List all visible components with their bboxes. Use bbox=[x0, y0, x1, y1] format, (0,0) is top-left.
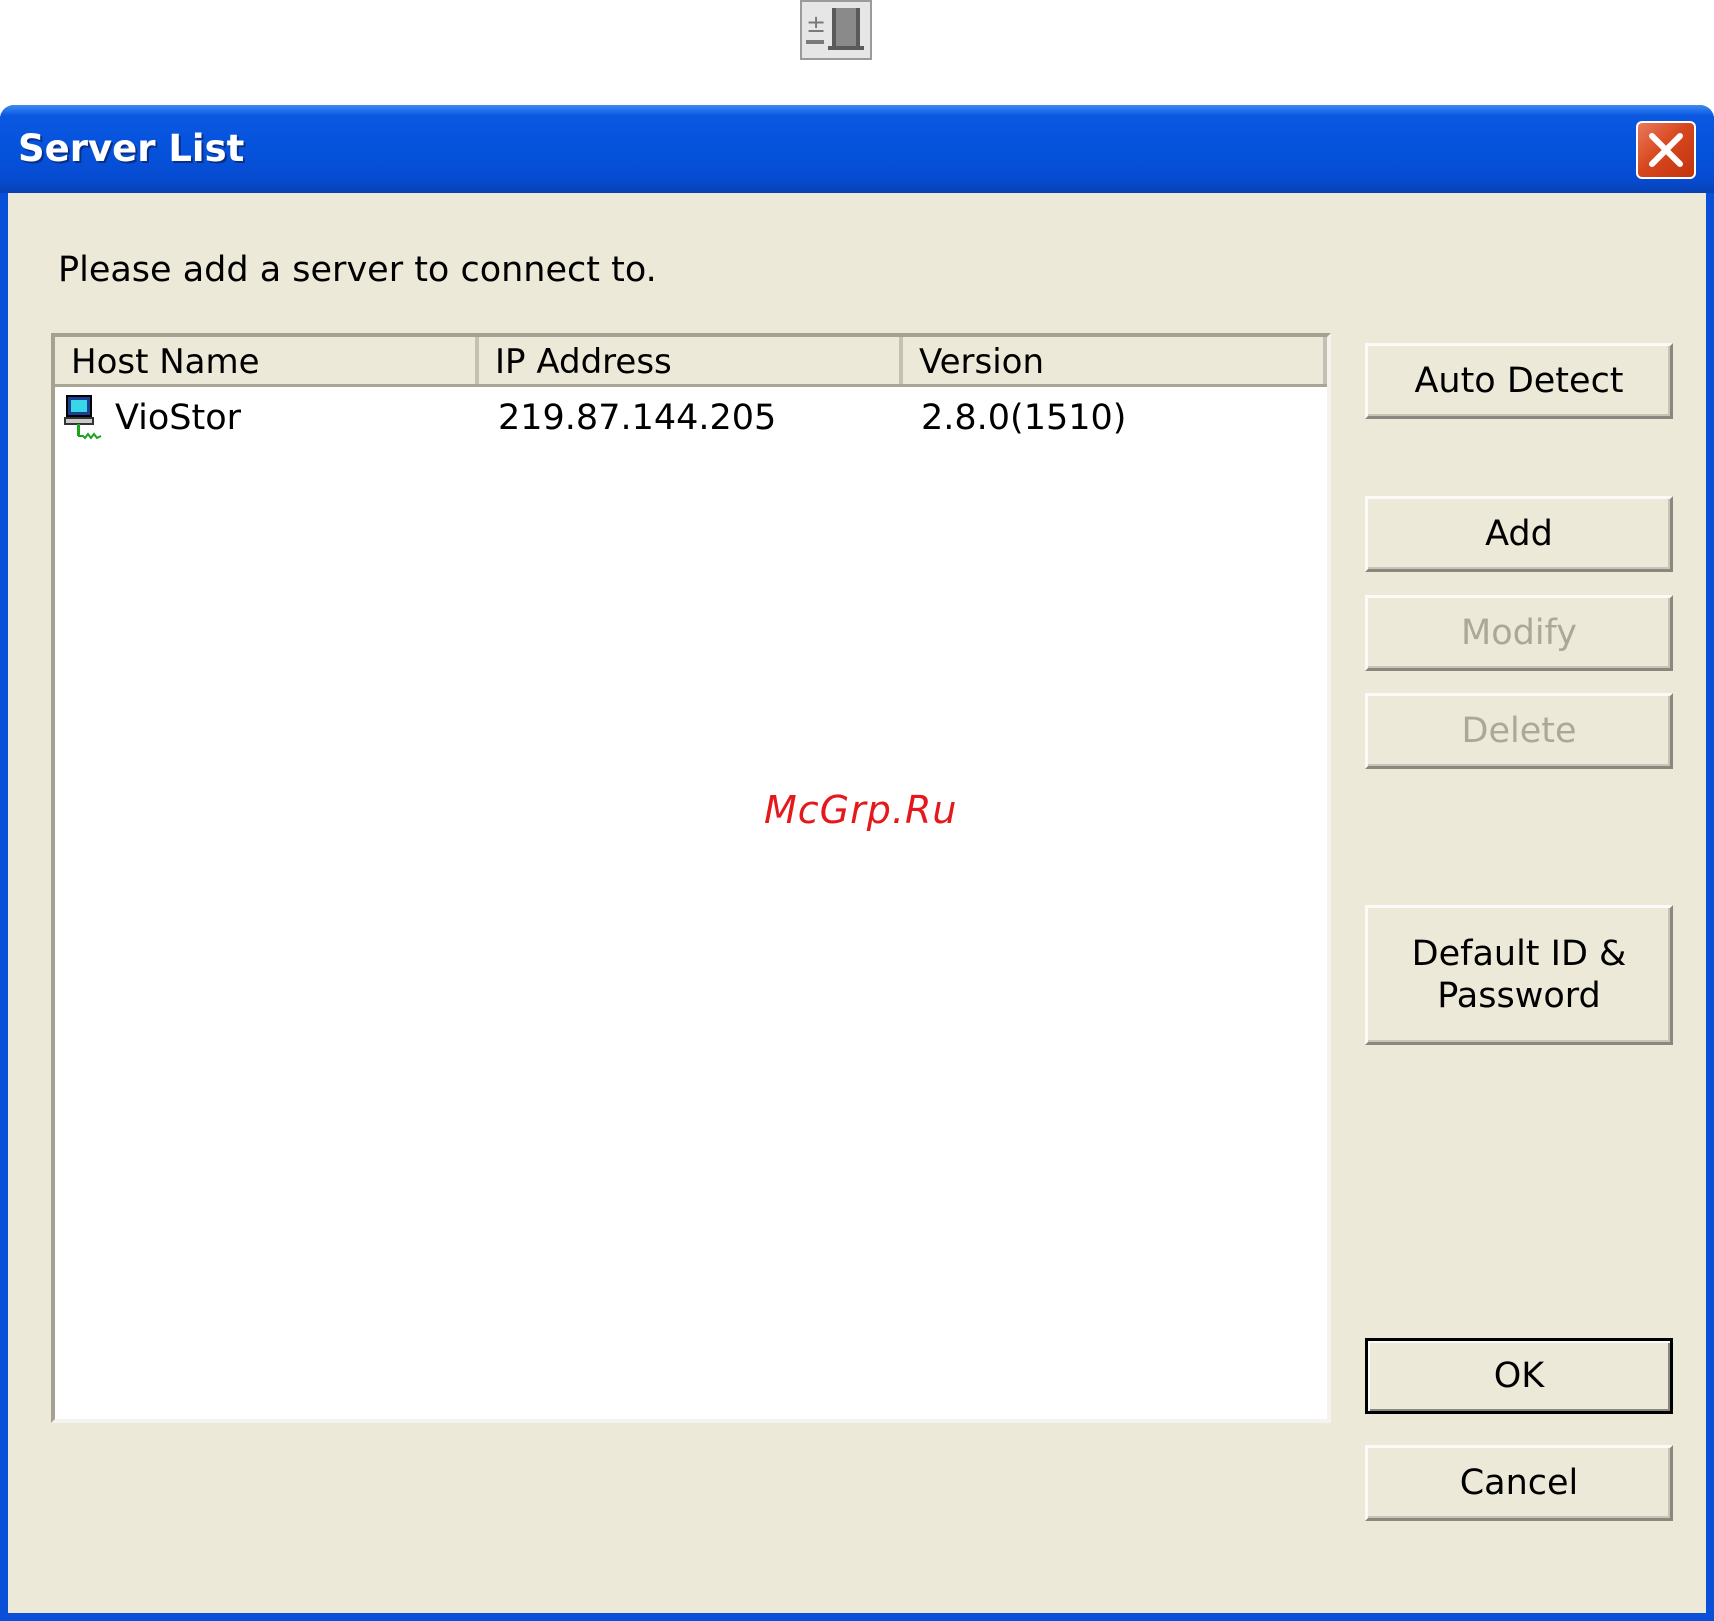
svg-text:±: ± bbox=[806, 10, 826, 38]
ok-button[interactable]: OK bbox=[1365, 1338, 1673, 1414]
column-header-version[interactable]: Version bbox=[903, 337, 1327, 384]
close-button[interactable] bbox=[1636, 121, 1696, 179]
ip-address-cell: 219.87.144.205 bbox=[498, 398, 777, 438]
prompt-text: Please add a server to connect to. bbox=[58, 250, 657, 290]
host-name-cell: VioStor bbox=[115, 398, 242, 438]
server-computer-icon bbox=[63, 390, 107, 446]
cancel-button[interactable]: Cancel bbox=[1365, 1445, 1673, 1521]
delete-button[interactable]: Delete bbox=[1365, 693, 1673, 769]
default-id-line2: Password bbox=[1437, 976, 1601, 1016]
table-row[interactable]: VioStor 219.87.144.205 2.8.0(1510) bbox=[55, 390, 1327, 446]
watermark-text: McGrp.Ru bbox=[764, 788, 958, 832]
dialog-body: Please add a server to connect to. Host … bbox=[8, 193, 1706, 1613]
window-title: Server List bbox=[18, 127, 245, 170]
default-id-line1: Default ID & bbox=[1411, 934, 1627, 974]
list-header: Host Name IP Address Version bbox=[55, 337, 1327, 387]
server-list-view[interactable]: Host Name IP Address Version VioStor 219… bbox=[51, 333, 1331, 1423]
title-bar[interactable]: Server List bbox=[0, 105, 1714, 193]
modify-button[interactable]: Modify bbox=[1365, 595, 1673, 671]
toolbar-adjust-icon[interactable]: ± bbox=[800, 0, 872, 60]
close-icon bbox=[1649, 133, 1683, 167]
auto-detect-button[interactable]: Auto Detect bbox=[1365, 343, 1673, 419]
add-button[interactable]: Add bbox=[1365, 496, 1673, 572]
version-cell: 2.8.0(1510) bbox=[921, 398, 1127, 438]
server-list-dialog: Server List Please add a server to conne… bbox=[0, 105, 1714, 1621]
default-id-password-button[interactable]: Default ID & Password bbox=[1365, 905, 1673, 1045]
column-header-host-name[interactable]: Host Name bbox=[55, 337, 479, 384]
column-header-ip-address[interactable]: IP Address bbox=[479, 337, 903, 384]
